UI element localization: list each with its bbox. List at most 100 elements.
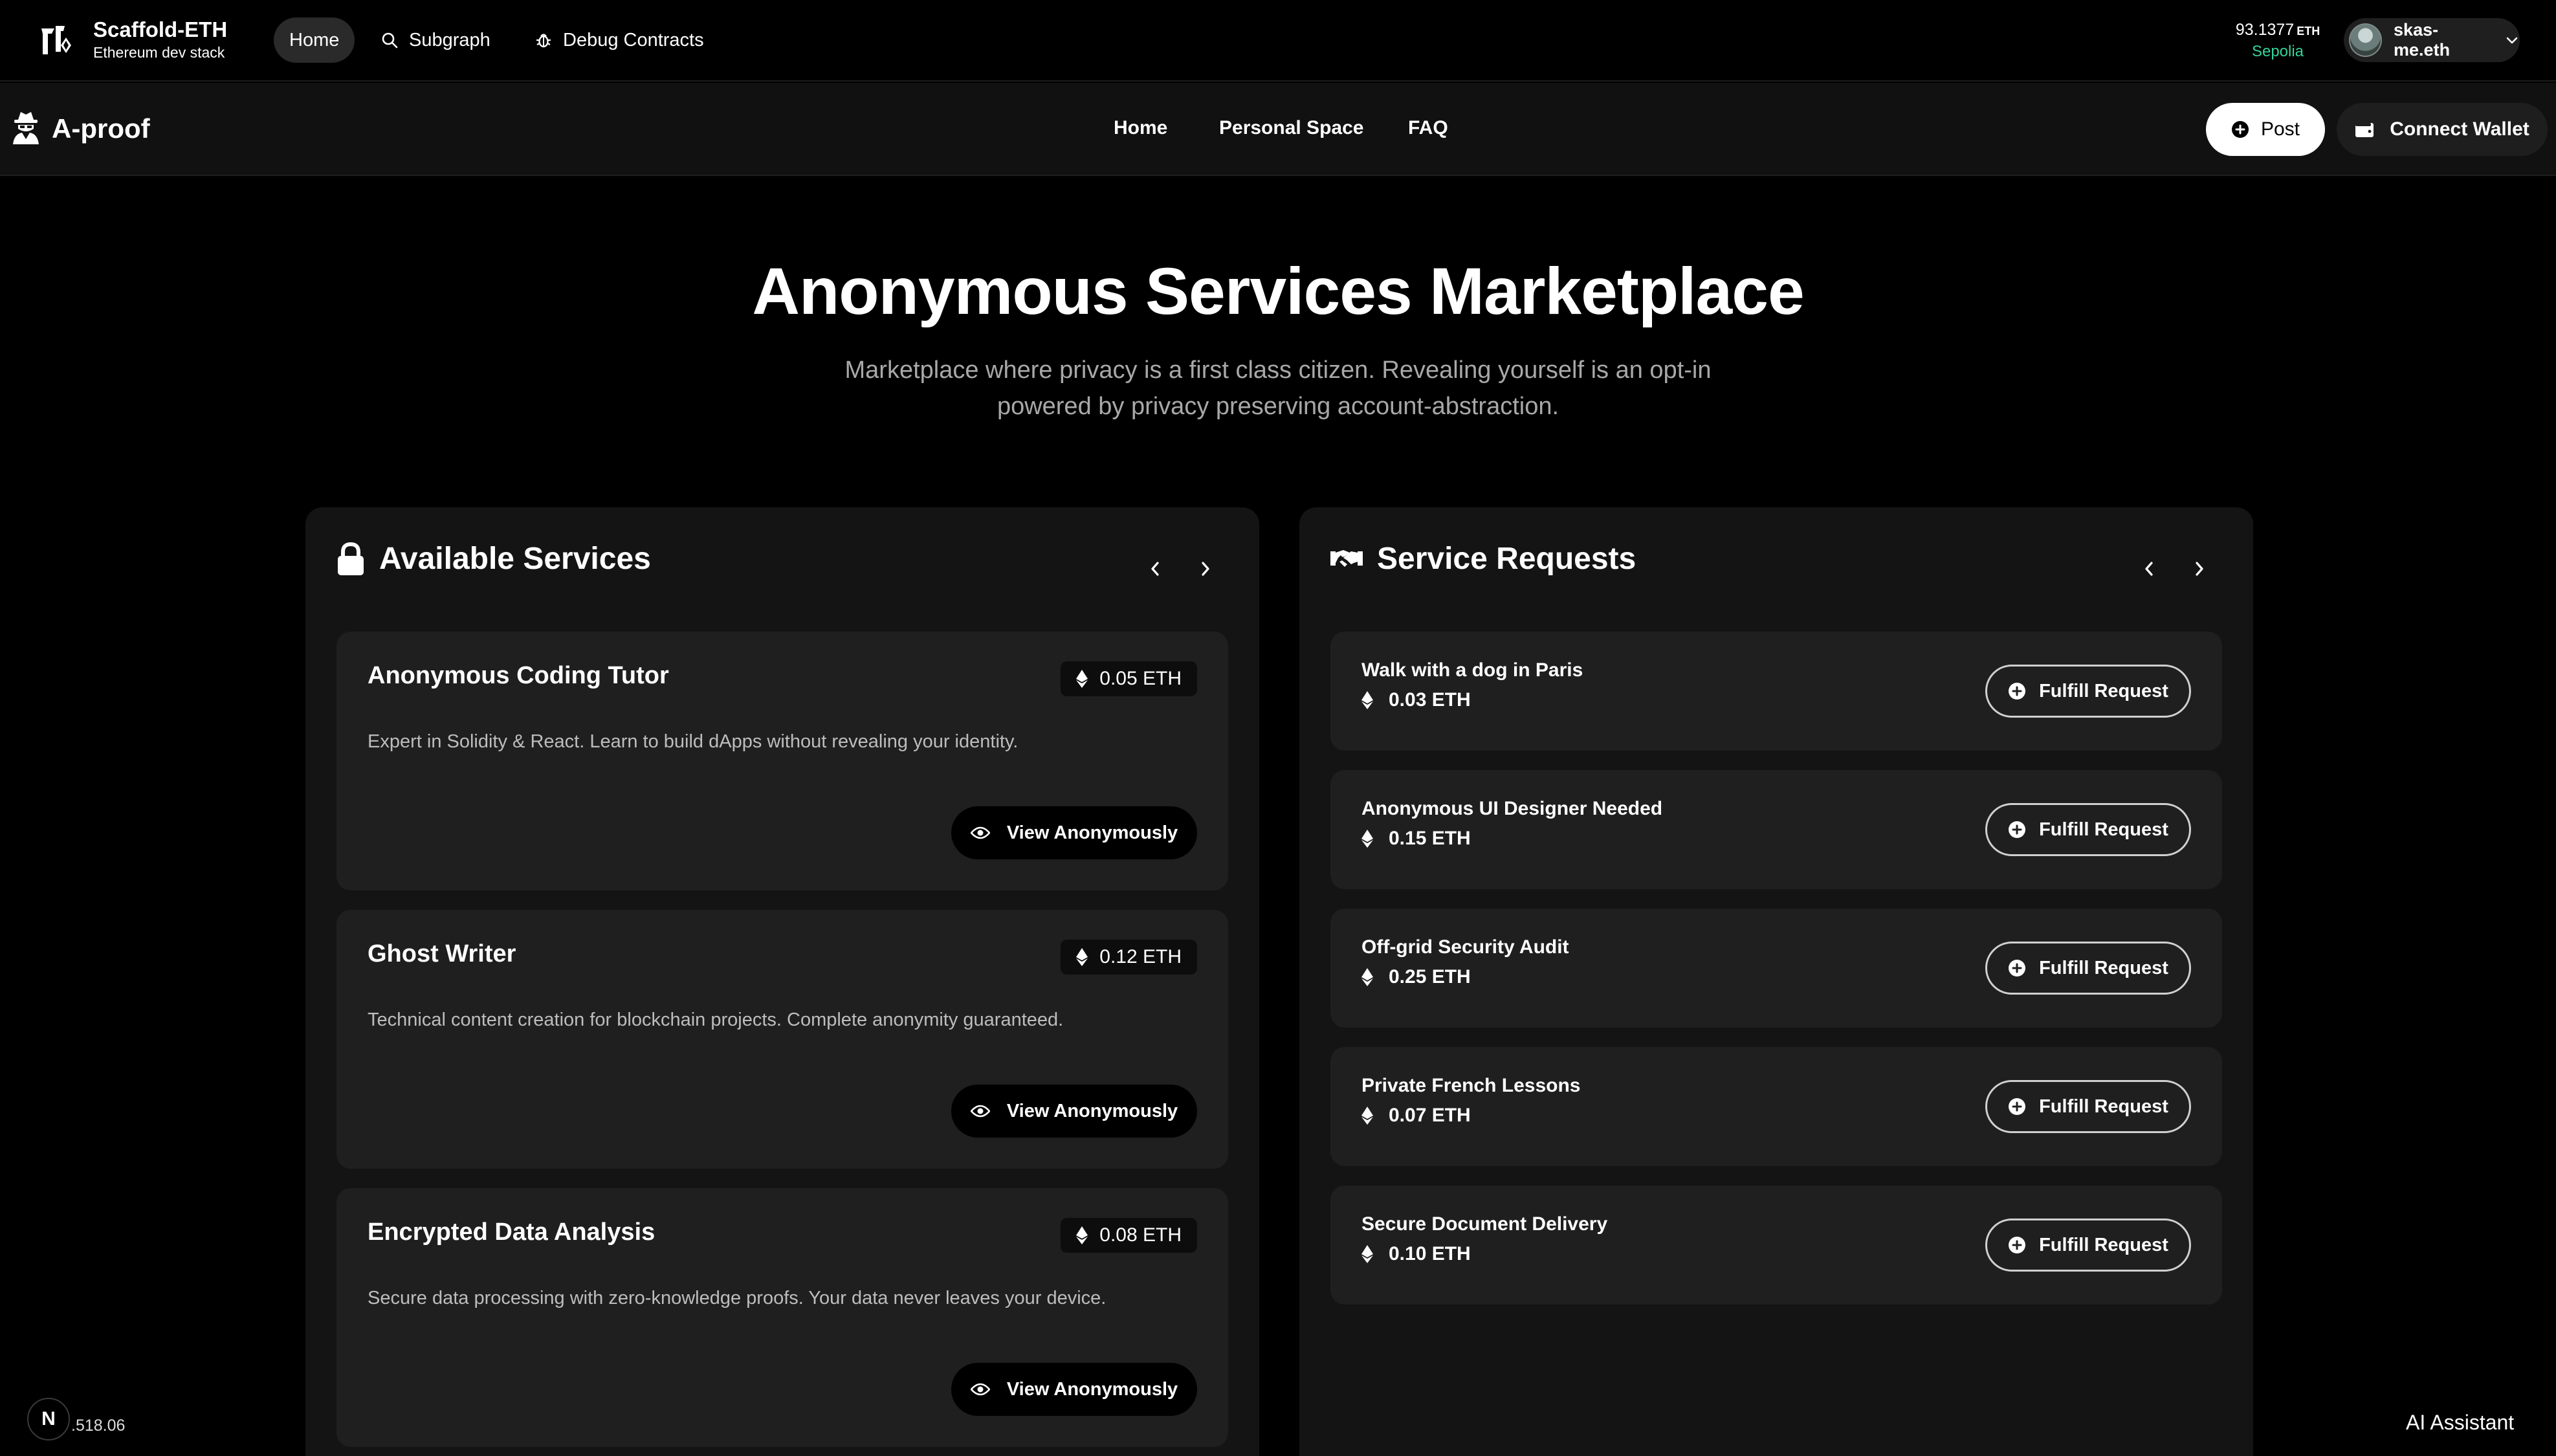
available-services-title: Available Services	[379, 542, 651, 576]
balance-unit: ETH	[2297, 25, 2320, 38]
eye-icon	[970, 1383, 990, 1396]
prev-page-button[interactable]	[2124, 553, 2174, 585]
balance-display[interactable]: 93.1377 ETH Sepolia	[2226, 19, 2330, 62]
user-secret-icon	[12, 111, 40, 144]
service-title: Ghost Writer	[368, 940, 516, 967]
search-icon	[380, 31, 399, 49]
nextjs-dev-badge[interactable]: N	[27, 1398, 70, 1440]
request-title: Walk with a dog in Paris	[1361, 659, 1583, 681]
request-card: Private French Lessons 0.07 ETH Fulfill …	[1330, 1047, 2222, 1166]
plus-circle-icon	[2008, 821, 2026, 839]
lock-icon	[336, 542, 365, 577]
request-title: Private French Lessons	[1361, 1075, 1581, 1096]
balance-value: 93.1377 ETH	[2235, 21, 2320, 39]
topnav-home[interactable]: Home	[274, 17, 355, 63]
ethereum-icon	[1361, 968, 1373, 986]
ethereum-icon	[1076, 1226, 1088, 1244]
plus-circle-icon	[2008, 682, 2026, 700]
view-anonymously-button[interactable]: View Anonymously	[951, 806, 1197, 859]
fulfill-request-button[interactable]: Fulfill Request	[1985, 803, 2191, 856]
price-badge: 0.05 ETH	[1061, 661, 1197, 696]
request-price: 0.25 ETH	[1361, 964, 1471, 990]
handshake-icon	[1330, 546, 1363, 572]
brand-subtitle: Ethereum dev stack	[93, 44, 225, 61]
available-services-panel: Available Services Anonymous Coding Tuto…	[305, 507, 1259, 1456]
plus-circle-icon	[2008, 1098, 2026, 1116]
post-button-label: Post	[2260, 118, 2300, 140]
price-badge: 0.08 ETH	[1061, 1218, 1197, 1253]
service-card: Encrypted Data Analysis 0.08 ETH Secure …	[336, 1188, 1228, 1447]
post-button[interactable]: Post	[2206, 103, 2325, 156]
request-card: Off-grid Security Audit 0.25 ETH Fulfill…	[1330, 909, 2222, 1028]
service-card: Anonymous Coding Tutor 0.05 ETH Expert i…	[336, 632, 1228, 890]
version-label: .518.06	[71, 1417, 126, 1435]
price-value: 0.10 ETH	[1389, 1243, 1471, 1264]
fulfill-request-button[interactable]: Fulfill Request	[1985, 942, 2191, 995]
account-name: skas-me.eth	[2394, 20, 2451, 60]
bug-icon	[534, 31, 553, 49]
fulfill-request-label: Fulfill Request	[2039, 1096, 2168, 1117]
price-value: 0.25 ETH	[1389, 966, 1471, 987]
ethereum-icon	[1076, 670, 1088, 688]
fulfill-request-label: Fulfill Request	[2039, 680, 2168, 701]
service-requests-title: Service Requests	[1377, 542, 1636, 576]
app-header: A-proof Home Personal Space FAQ Post Con…	[0, 83, 2556, 176]
connect-wallet-label: Connect Wallet	[2390, 118, 2529, 140]
service-title: Anonymous Coding Tutor	[368, 662, 669, 689]
next-page-button[interactable]	[1180, 553, 1231, 585]
fulfill-request-label: Fulfill Request	[2039, 819, 2168, 840]
available-services-header: Available Services	[336, 540, 651, 579]
plus-circle-icon	[2008, 1236, 2026, 1254]
page-subtitle: Marketplace where privacy is a first cla…	[844, 357, 1712, 420]
app-nav-faq[interactable]: FAQ	[1408, 115, 1448, 141]
service-description: Expert in Solidity & React. Learn to bui…	[368, 731, 1019, 752]
price-value: 0.08 ETH	[1099, 1224, 1182, 1246]
view-anonymously-label: View Anonymously	[1006, 1100, 1178, 1121]
ai-assistant-button[interactable]: AI Assistant	[2406, 1409, 2514, 1435]
view-anonymously-label: View Anonymously	[1006, 822, 1178, 843]
request-price: 0.10 ETH	[1361, 1241, 1471, 1267]
brand[interactable]: Scaffold-ETH Ethereum dev stack	[93, 17, 227, 62]
request-title: Anonymous UI Designer Needed	[1361, 798, 1663, 819]
connect-wallet-button[interactable]: Connect Wallet	[2337, 103, 2548, 156]
eye-icon	[970, 1105, 990, 1118]
avatar	[2349, 23, 2383, 57]
plus-circle-icon	[2231, 120, 2249, 138]
ethereum-icon	[1361, 691, 1373, 709]
chevron-down-icon	[2504, 32, 2520, 48]
topnav-debug-label: Debug Contracts	[563, 29, 704, 50]
view-anonymously-button[interactable]: View Anonymously	[951, 1085, 1197, 1138]
topnav-debug-contracts[interactable]: Debug Contracts	[534, 17, 704, 63]
service-requests-header: Service Requests	[1330, 540, 1636, 579]
price-value: 0.05 ETH	[1099, 668, 1182, 689]
topnav-subgraph[interactable]: Subgraph	[380, 17, 490, 63]
app-name[interactable]: A-proof	[52, 112, 150, 146]
ethereum-icon	[1076, 948, 1088, 966]
brand-title: Scaffold-ETH	[93, 17, 228, 41]
price-value: 0.15 ETH	[1389, 828, 1471, 849]
request-title: Secure Document Delivery	[1361, 1213, 1608, 1235]
account-button[interactable]: skas-me.eth	[2344, 18, 2520, 62]
fulfill-request-button[interactable]: Fulfill Request	[1985, 1219, 2191, 1272]
plus-circle-icon	[2008, 959, 2026, 977]
price-value: 0.12 ETH	[1099, 946, 1182, 967]
app-nav-personal-space[interactable]: Personal Space	[1219, 115, 1363, 141]
view-anonymously-button[interactable]: View Anonymously	[951, 1363, 1197, 1416]
prev-page-button[interactable]	[1130, 553, 1180, 585]
next-page-button[interactable]	[2174, 553, 2225, 585]
app-nav-home[interactable]: Home	[1114, 115, 1167, 141]
request-card: Anonymous UI Designer Needed 0.15 ETH Fu…	[1330, 770, 2222, 889]
scaffold-logo-icon[interactable]	[38, 19, 79, 61]
view-anonymously-label: View Anonymously	[1006, 1378, 1178, 1400]
price-value: 0.07 ETH	[1389, 1105, 1471, 1126]
service-description: Secure data processing with zero-knowled…	[368, 1288, 1107, 1308]
network-label: Sepolia	[2251, 43, 2304, 60]
request-price: 0.07 ETH	[1361, 1103, 1471, 1129]
request-card: Secure Document Delivery 0.10 ETH Fulfil…	[1330, 1186, 2222, 1305]
request-title: Off-grid Security Audit	[1361, 936, 1569, 958]
fulfill-request-button[interactable]: Fulfill Request	[1985, 665, 2191, 718]
service-title: Encrypted Data Analysis	[368, 1219, 656, 1246]
fulfill-request-button[interactable]: Fulfill Request	[1985, 1080, 2191, 1133]
eye-icon	[970, 826, 990, 839]
request-price: 0.03 ETH	[1361, 687, 1471, 713]
